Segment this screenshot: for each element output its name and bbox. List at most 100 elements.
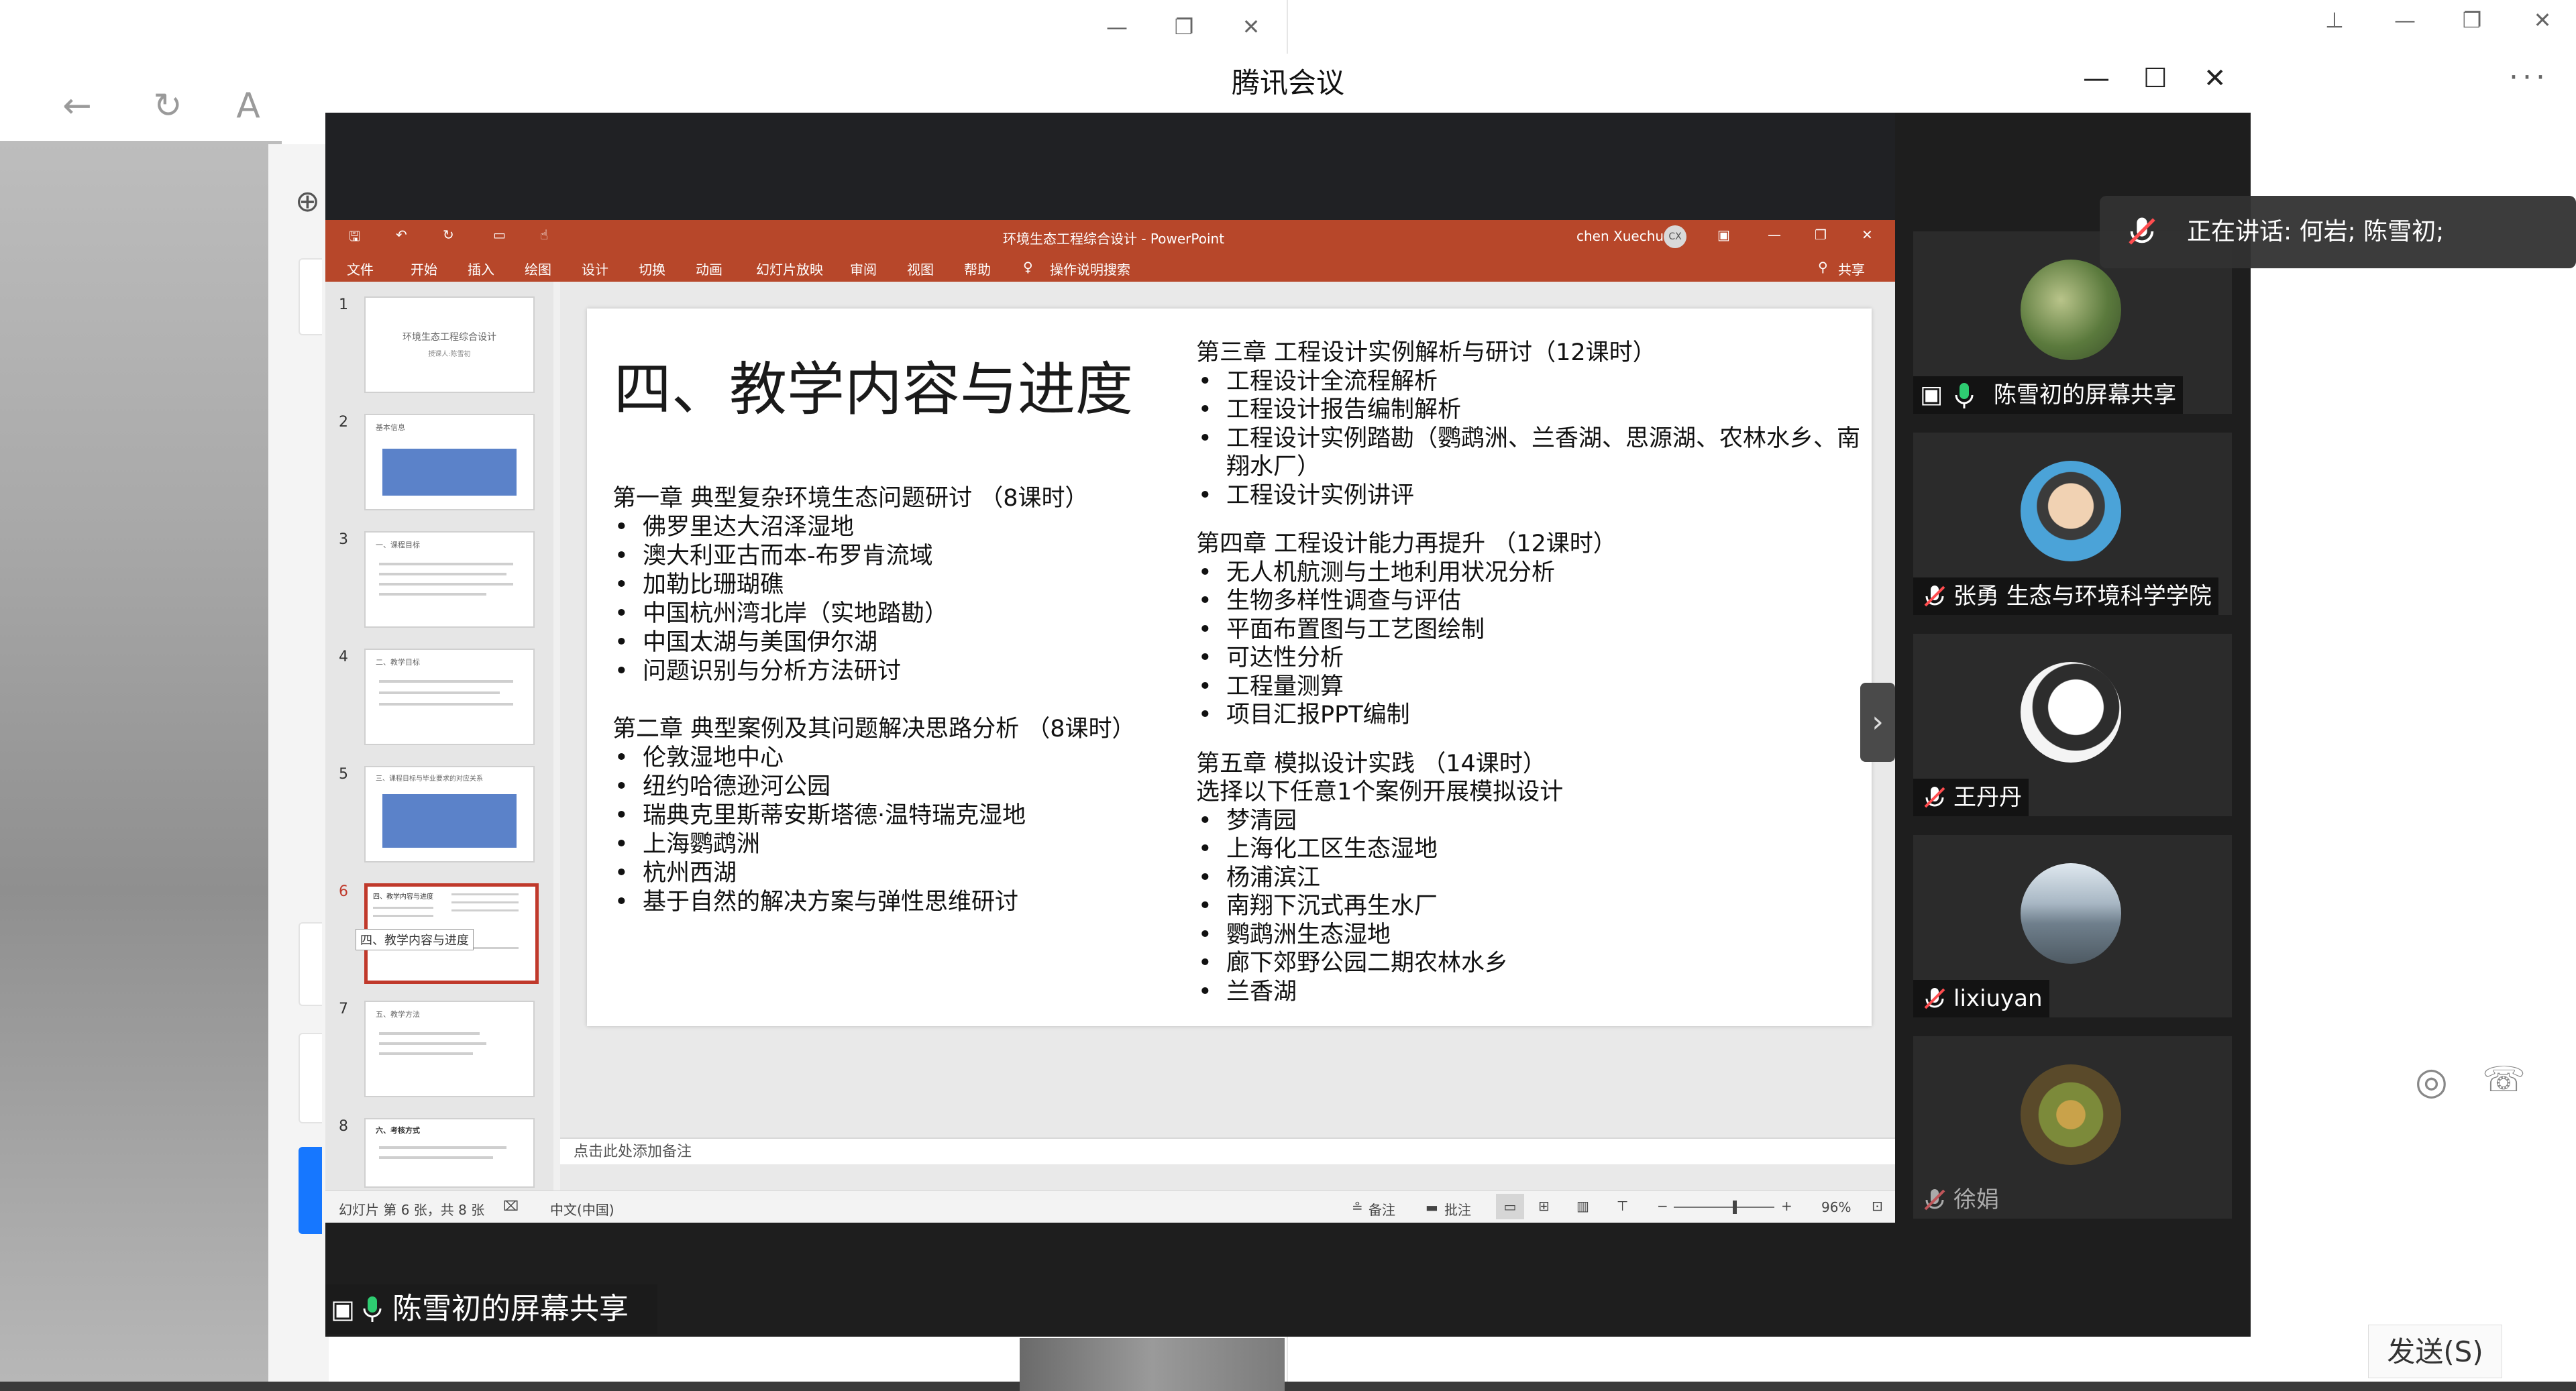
- tab-home[interactable]: 开始: [411, 259, 437, 278]
- slideshow-view-icon[interactable]: ⊤: [1617, 1198, 1628, 1214]
- tab-help[interactable]: 帮助: [964, 259, 991, 278]
- thumb-text-line: [379, 593, 486, 596]
- thumb-text-line: [379, 1156, 493, 1159]
- undo-icon[interactable]: ↶: [396, 227, 407, 243]
- background-tab[interactable]: [299, 1033, 322, 1123]
- tab-view[interactable]: 视图: [907, 259, 934, 278]
- restore-icon[interactable]: ❐: [2445, 0, 2499, 40]
- pin-icon[interactable]: ⊥: [2308, 0, 2361, 40]
- ppt-close-icon[interactable]: ✕: [1862, 227, 1873, 243]
- slide-thumbnail-8[interactable]: 六、考核方式: [364, 1118, 535, 1188]
- more-options-icon[interactable]: ···: [2509, 60, 2549, 95]
- reading-view-icon[interactable]: ▥: [1576, 1198, 1589, 1214]
- restore-icon[interactable]: ❐: [1157, 7, 1211, 47]
- slideshow-icon[interactable]: ▭: [493, 227, 506, 243]
- minimize-icon[interactable]: —: [2378, 0, 2432, 40]
- current-slide[interactable]: 四、教学内容与进度 第一章 典型复杂环境生态问题研讨 （8课时） 佛罗里达大沼泽…: [587, 309, 1872, 1026]
- chapter-list: 梦清园 上海化工区生态湿地 杨浦滨江 南翔下沉式再生水厂 鹦鹉洲生态湿地 廊下郊…: [1196, 807, 1860, 1007]
- list-item: 杨浦滨江: [1198, 864, 1860, 893]
- slide-thumbnail-2[interactable]: 基本信息: [364, 414, 535, 510]
- tab-transitions[interactable]: 切换: [639, 259, 665, 278]
- list-item: 加勒比珊瑚礁: [614, 571, 1183, 600]
- ppt-ribbon-tabs: 文件 开始 插入 绘图 设计 切换 动画 幻灯片放映 审阅 视图 帮助 ♀ 操作…: [325, 252, 1895, 282]
- chapter-heading: 第二章 典型案例及其问题解决思路分析 （8课时）: [612, 716, 1136, 742]
- ppt-user-avatar[interactable]: CX: [1664, 225, 1686, 248]
- save-icon[interactable]: 🖫: [349, 227, 360, 249]
- ppt-minimize-icon[interactable]: —: [1768, 227, 1781, 243]
- tab-design[interactable]: 设计: [582, 259, 608, 278]
- tab-insert[interactable]: 插入: [468, 259, 494, 278]
- font-button[interactable]: A: [221, 79, 275, 133]
- tell-me-search[interactable]: 操作说明搜索: [1050, 259, 1130, 278]
- notes-button[interactable]: 备注: [1368, 1199, 1395, 1219]
- notes-icon: ≗: [1352, 1199, 1363, 1215]
- participant-tile[interactable]: 徐娟: [1913, 1036, 2232, 1219]
- ribbon-display-icon[interactable]: ▣: [1717, 227, 1730, 243]
- zoom-in-icon[interactable]: +: [1781, 1198, 1792, 1214]
- redo-icon[interactable]: ↻: [443, 227, 454, 243]
- share-button[interactable]: 共享: [1838, 259, 1865, 278]
- minimize-icon[interactable]: —: [1090, 7, 1144, 47]
- taskbar: [0, 1382, 2576, 1391]
- fit-slide-icon[interactable]: ⊡: [1872, 1198, 1883, 1214]
- slide-thumbnail-5[interactable]: 三、课程目标与毕业要求的对应关系: [364, 766, 535, 863]
- slide-thumbnail-3[interactable]: 一、课程目标: [364, 531, 535, 628]
- notes-placeholder: 点击此处添加备注: [574, 1144, 692, 1160]
- participant-label: 王丹丹: [1913, 779, 2029, 816]
- tooltip-text: 四、教学内容与进度: [360, 934, 469, 948]
- target-icon[interactable]: ◎: [2415, 1060, 2448, 1103]
- tab-draw[interactable]: 绘图: [525, 259, 551, 278]
- language-indicator[interactable]: 中文(中国): [550, 1199, 614, 1219]
- slide-thumbnail-1[interactable]: 环境生态工程综合设计 授课人:陈雪初: [364, 296, 535, 393]
- mic-muted-icon: [1924, 1189, 1945, 1211]
- tab-animations[interactable]: 动画: [696, 259, 722, 278]
- list-item: 工程量测算: [1198, 673, 1860, 702]
- participant-tile[interactable]: lixiuyan: [1913, 835, 2232, 1017]
- chapter-heading: 第一章 典型复杂环境生态问题研讨 （8课时）: [612, 485, 1089, 512]
- back-arrow-icon[interactable]: ←: [50, 79, 104, 133]
- call-icon[interactable]: ☏: [2482, 1060, 2526, 1100]
- tab-slideshow[interactable]: 幻灯片放映: [756, 259, 823, 278]
- slide-thumbnail-4[interactable]: 二、教学目标: [364, 649, 535, 745]
- background-tab[interactable]: [299, 922, 322, 1006]
- participant-tile[interactable]: 王丹丹: [1913, 634, 2232, 816]
- send-button[interactable]: 发送(S): [2368, 1325, 2502, 1378]
- meeting-minimize-icon[interactable]: —: [2083, 63, 2110, 94]
- thumb-text-line: [373, 915, 433, 917]
- powerpoint-window: 🖫 ↶ ↻ ▭ ☝ 环境生态工程综合设计 - PowerPoint chen X…: [325, 220, 1895, 1223]
- meeting-close-icon[interactable]: ✕: [2204, 63, 2226, 94]
- slide-thumbnail-7[interactable]: 五、教学方法: [364, 1001, 535, 1097]
- close-icon[interactable]: ✕: [2516, 0, 2569, 40]
- close-icon[interactable]: ✕: [1224, 7, 1278, 47]
- thumb-title: 六、考核方式: [376, 1126, 420, 1135]
- ppt-restore-icon[interactable]: ❐: [1815, 227, 1827, 243]
- thumb-text-line: [379, 1052, 473, 1055]
- refresh-icon[interactable]: ↻: [141, 79, 195, 133]
- slide-counter: 幻灯片 第 6 张，共 8 张: [339, 1202, 485, 1218]
- meeting-maximize-icon[interactable]: ☐: [2143, 63, 2167, 94]
- cartoon-boy-avatar: [2021, 461, 2121, 561]
- participant-tile[interactable]: 张勇 生态与环境科学学院: [1913, 433, 2232, 615]
- comments-button[interactable]: 批注: [1444, 1199, 1471, 1219]
- zoom-slider-handle[interactable]: [1733, 1201, 1737, 1214]
- zoom-out-icon[interactable]: −: [1657, 1198, 1668, 1214]
- tab-review[interactable]: 审阅: [850, 259, 877, 278]
- notes-pane[interactable]: 点击此处添加备注: [560, 1137, 1895, 1164]
- expand-panel-button[interactable]: ›: [1860, 683, 1895, 762]
- participant-name: 张勇 生态与环境科学学院: [1953, 583, 2212, 610]
- slide-sorter-icon[interactable]: ⊞: [1538, 1198, 1550, 1214]
- background-active-tab[interactable]: [299, 1147, 322, 1234]
- thumbnail-scrollbar[interactable]: [553, 282, 560, 1190]
- background-tab[interactable]: [299, 258, 322, 335]
- slide-left-column: 第一章 典型复杂环境生态问题研讨 （8课时） 佛罗里达大沼泽湿地 澳大利亚古而本…: [612, 484, 1183, 917]
- list-item: 上海鹦鹉洲: [614, 830, 1183, 859]
- normal-view-icon[interactable]: ▭: [1496, 1194, 1524, 1219]
- spellcheck-icon[interactable]: ⌧: [503, 1198, 519, 1214]
- tab-file[interactable]: 文件: [347, 259, 374, 278]
- zoom-level[interactable]: 96%: [1821, 1199, 1851, 1215]
- meeting-title: 腾讯会议: [1231, 66, 1344, 99]
- zoom-slider[interactable]: [1674, 1207, 1774, 1208]
- touch-mode-icon[interactable]: ☝: [540, 227, 548, 243]
- globe-icon[interactable]: ⊕: [295, 184, 320, 219]
